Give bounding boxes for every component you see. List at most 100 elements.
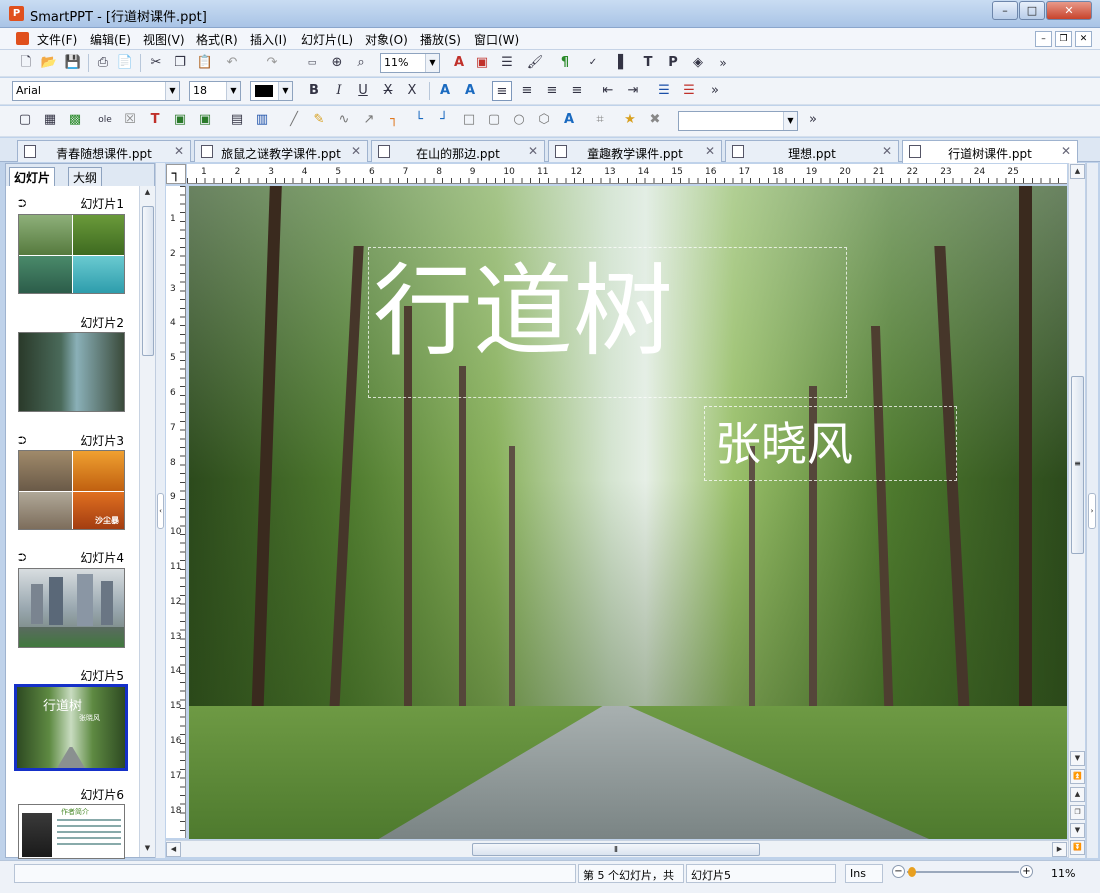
- undo-icon[interactable]: ↶: [222, 53, 242, 73]
- menu-edit[interactable]: 编辑(E): [90, 31, 131, 48]
- chevron-down-icon[interactable]: ▼: [278, 82, 292, 100]
- connector-icon[interactable]: ┐: [384, 110, 404, 130]
- font-name-combo[interactable]: Arial ▼: [12, 81, 180, 101]
- ellipse-icon[interactable]: ○: [509, 110, 529, 130]
- list-icon[interactable]: ☰: [497, 53, 517, 73]
- rectangle-icon[interactable]: □: [459, 110, 479, 130]
- chevron-down-icon[interactable]: ▼: [783, 112, 797, 130]
- close-tab-icon[interactable]: ✕: [528, 144, 538, 158]
- tab-doc-4[interactable]: 童趣教学课件.ppt ✕: [548, 140, 722, 162]
- scroll-up-icon[interactable]: ▲: [140, 186, 155, 201]
- close-button[interactable]: ✕: [1046, 1, 1092, 20]
- panel-splitter[interactable]: ‹: [155, 163, 165, 858]
- group-icon[interactable]: ▣: [170, 110, 190, 130]
- menu-slide[interactable]: 幻灯片(L): [301, 31, 353, 48]
- paragraph-mark-icon[interactable]: ¶: [555, 53, 575, 73]
- font-color-a-icon[interactable]: A: [449, 53, 469, 73]
- tab-doc-2[interactable]: 旅鼠之谜教学课件.ppt ✕: [194, 140, 368, 162]
- decrease-font-icon[interactable]: A: [460, 81, 480, 101]
- increase-indent-icon[interactable]: ⇥: [623, 81, 643, 101]
- menu-window[interactable]: 窗口(W): [474, 31, 519, 48]
- insert-image-icon[interactable]: ▣: [472, 53, 492, 73]
- tab-outline[interactable]: 大纲: [68, 167, 103, 186]
- frame-icon[interactable]: ☒: [120, 110, 140, 130]
- title-textbox[interactable]: 行道树: [368, 247, 847, 398]
- menu-format[interactable]: 格式(R): [196, 31, 238, 48]
- align-center-icon[interactable]: ≡: [517, 81, 537, 101]
- tab-slides[interactable]: 幻灯片: [9, 167, 56, 186]
- chevron-down-icon[interactable]: ▼: [165, 82, 179, 100]
- page-frame-icon[interactable]: ▣: [195, 110, 215, 130]
- bold-icon[interactable]: B: [304, 81, 324, 101]
- stack-icon[interactable]: ◈: [688, 53, 708, 73]
- word-art-icon[interactable]: A: [559, 110, 579, 130]
- spell-check-icon[interactable]: ✓: [583, 53, 603, 73]
- select-frame-icon[interactable]: ▢: [15, 110, 35, 130]
- ruler-corner[interactable]: ┐: [166, 164, 186, 184]
- shadow-icon[interactable]: X: [402, 81, 422, 101]
- tab-doc-6-active[interactable]: 行道树课件.ppt ✕: [902, 140, 1078, 163]
- style-combo[interactable]: ▼: [678, 111, 798, 131]
- close-tab-icon[interactable]: ✕: [882, 144, 892, 158]
- redo-icon[interactable]: ↷: [262, 53, 282, 73]
- align-left-icon[interactable]: ≡: [492, 81, 512, 101]
- horizontal-scrollbar[interactable]: ◀ Ⅱ ▶: [166, 840, 1068, 857]
- text-color-combo[interactable]: ▼: [250, 81, 293, 101]
- slide-thumbnail-6[interactable]: 作者简介: [18, 804, 125, 859]
- star-icon[interactable]: ★: [620, 110, 640, 130]
- slide-thumbnail-5-selected[interactable]: 行道树 张晓风: [14, 684, 128, 771]
- slide-size-icon[interactable]: ▭: [302, 53, 322, 73]
- table-icon[interactable]: ▦: [40, 110, 60, 130]
- picture-icon[interactable]: ▩: [65, 110, 85, 130]
- format-painter-icon[interactable]: 🖌: [525, 53, 545, 73]
- pen-icon[interactable]: ✎: [309, 110, 329, 130]
- doc-minimize-button[interactable]: –: [1035, 31, 1052, 47]
- scroll-right-icon[interactable]: ▶: [1052, 842, 1067, 857]
- save-icon[interactable]: 💾: [63, 53, 83, 73]
- first-slide-icon[interactable]: ⏫: [1070, 769, 1085, 784]
- zoom-slider-thumb[interactable]: [908, 867, 916, 877]
- pdf-icon[interactable]: 📄: [115, 53, 135, 73]
- film-icon[interactable]: ▤: [227, 110, 247, 130]
- slide-thumbnail-4[interactable]: [18, 568, 125, 648]
- doc-restore-button[interactable]: ❐: [1055, 31, 1072, 47]
- zoom-icon[interactable]: ⊕: [327, 53, 347, 73]
- slide-thumbnail-1[interactable]: [18, 214, 125, 294]
- panel-scroll-thumb[interactable]: [142, 206, 154, 356]
- increase-font-icon[interactable]: A: [435, 81, 455, 101]
- arrow-icon[interactable]: ↗: [359, 110, 379, 130]
- chart-icon[interactable]: ▐: [608, 53, 628, 73]
- font-size-combo[interactable]: 18 ▼: [189, 81, 241, 101]
- chevron-down-icon[interactable]: ▼: [425, 54, 439, 72]
- previous-slide-icon[interactable]: ▲: [1070, 787, 1085, 802]
- tab-doc-1[interactable]: 青春随想课件.ppt ✕: [17, 140, 191, 162]
- shapes-icon[interactable]: ⬡: [534, 110, 554, 130]
- align-right-icon[interactable]: ≡: [542, 81, 562, 101]
- maximize-button[interactable]: □: [1019, 1, 1045, 20]
- curve-icon[interactable]: ∿: [334, 110, 354, 130]
- open-icon[interactable]: 📂: [39, 53, 59, 73]
- new-icon[interactable]: 🗋: [16, 53, 36, 73]
- paste-icon[interactable]: 📋: [195, 53, 215, 73]
- slide-view-icon[interactable]: ❐: [1070, 805, 1085, 820]
- ole-icon[interactable]: ole: [95, 110, 115, 130]
- elbow-connector-icon[interactable]: └: [409, 110, 429, 130]
- text-frame-icon[interactable]: T: [145, 110, 165, 130]
- bullet-list-icon[interactable]: ☰: [654, 81, 674, 101]
- slide-canvas[interactable]: 行道树 张晓风: [189, 186, 1067, 839]
- slide-scroll-thumb[interactable]: ≡: [1071, 376, 1084, 554]
- zoom-slider-track[interactable]: [907, 871, 1019, 873]
- slide-thumbnail-2[interactable]: [18, 332, 125, 412]
- print-icon[interactable]: ⎙: [93, 53, 113, 73]
- crop-icon[interactable]: ⌗: [590, 110, 610, 130]
- line-icon[interactable]: ╱: [284, 110, 304, 130]
- text-box-icon[interactable]: T: [638, 53, 658, 73]
- slide-thumbnail-3[interactable]: 沙尘暴: [18, 450, 125, 530]
- close-tab-icon[interactable]: ✕: [1061, 144, 1071, 158]
- numbered-list-icon[interactable]: ☰: [679, 81, 699, 101]
- cut-icon[interactable]: ✂: [146, 53, 166, 73]
- close-tab-icon[interactable]: ✕: [174, 144, 184, 158]
- close-tab-icon[interactable]: ✕: [351, 144, 361, 158]
- menu-play[interactable]: 播放(S): [420, 31, 461, 48]
- italic-icon[interactable]: I: [329, 81, 349, 101]
